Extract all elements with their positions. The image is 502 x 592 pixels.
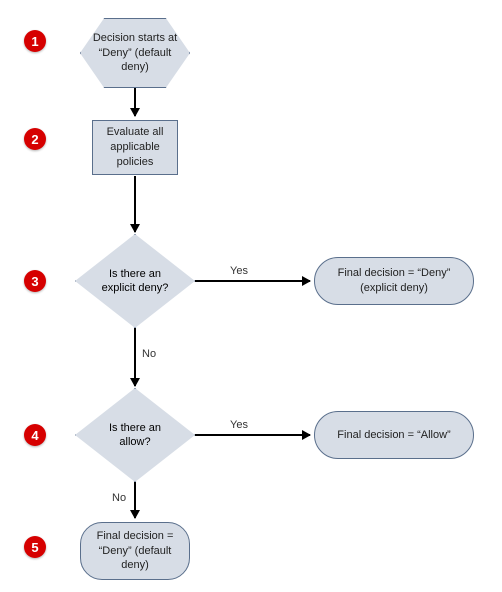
arrow-n1-n2 [134,88,136,116]
node-terminator-allow: Final decision = “Allow” [314,411,474,459]
node-start-text: Decision starts at “Deny” (default deny) [84,31,186,76]
node-terminator-explicit-deny: Final decision = “Deny” (explicit deny) [314,257,474,305]
node-terminator-default-deny: Final decision = “Deny” (default deny) [80,522,190,580]
arrow-n4-n5 [134,482,136,518]
node-terminator-default-deny-text: Final decision = “Deny” (default deny) [85,529,185,574]
step-badge-5: 5 [24,536,46,558]
node-explicit-deny-decision: Is there an explicit deny? [75,234,195,328]
arrow-n4-t4 [195,434,310,436]
edge-label-n3-no: No [142,348,156,360]
arrow-n3-t3 [195,280,310,282]
node-terminator-explicit-deny-text: Final decision = “Deny” (explicit deny) [319,266,469,296]
edge-label-n3-yes: Yes [230,265,248,277]
edge-label-n4-yes: Yes [230,419,248,431]
node-allow-text: Is there an allow? [75,388,195,482]
node-explicit-deny-text: Is there an explicit deny? [75,234,195,328]
edge-label-n4-no: No [112,492,126,504]
node-terminator-allow-text: Final decision = “Allow” [337,428,450,443]
node-evaluate-rect: Evaluate all applicable policies [92,120,178,175]
node-allow-decision: Is there an allow? [75,388,195,482]
step-badge-2: 2 [24,128,46,150]
arrow-n2-n3 [134,176,136,232]
arrow-n3-n4 [134,328,136,386]
step-badge-3: 3 [24,270,46,292]
step-badge-4: 4 [24,424,46,446]
node-start-hexagon: Decision starts at “Deny” (default deny) [80,18,190,88]
node-evaluate-text: Evaluate all applicable policies [97,125,173,170]
step-badge-1: 1 [24,30,46,52]
